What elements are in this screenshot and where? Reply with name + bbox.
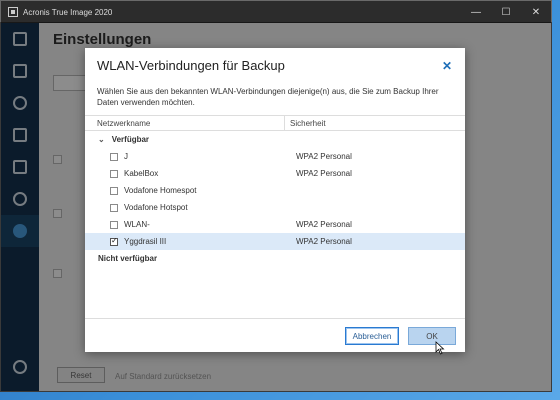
network-name: Vodafone Hotspot	[124, 203, 188, 212]
column-header-security[interactable]: Sicherheit	[285, 119, 326, 128]
network-checkbox[interactable]	[110, 220, 118, 229]
network-security: WPA2 Personal	[296, 237, 352, 246]
group-unavailable: Nicht verfügbar	[85, 250, 465, 267]
network-name: KabelBox	[124, 169, 159, 178]
window-title: Acronis True Image 2020	[23, 7, 113, 17]
network-name: Yggdrasil III	[124, 237, 167, 246]
app-logo-icon	[8, 7, 18, 17]
network-checkbox[interactable]	[110, 152, 118, 161]
table-header: Netzwerkname Sicherheit	[85, 115, 465, 131]
network-checkbox[interactable]	[110, 169, 118, 178]
network-security: WPA2 Personal	[296, 220, 352, 229]
group-label: Nicht verfügbar	[98, 254, 158, 263]
minimize-button[interactable]: —	[461, 1, 491, 23]
network-table: Netzwerkname Sicherheit ⌄ Verfügbar J WP…	[85, 115, 465, 267]
network-name: Vodafone Homespot	[124, 186, 197, 195]
network-name: WLAN-	[124, 220, 150, 229]
close-window-button[interactable]: ✕	[521, 1, 551, 23]
group-available[interactable]: ⌄ Verfügbar	[85, 131, 465, 148]
dialog-footer: Abbrechen OK	[85, 318, 465, 352]
column-header-name[interactable]: Netzwerkname	[85, 116, 285, 130]
network-security: WPA2 Personal	[296, 152, 352, 161]
table-row[interactable]: KabelBox WPA2 Personal	[85, 165, 465, 182]
ok-button[interactable]: OK	[408, 327, 456, 345]
cancel-button[interactable]: Abbrechen	[345, 327, 399, 345]
network-security: WPA2 Personal	[296, 169, 352, 178]
table-row[interactable]: WLAN- WPA2 Personal	[85, 216, 465, 233]
dialog-description: Wählen Sie aus den bekannten WLAN-Verbin…	[97, 87, 439, 107]
title-bar: Acronis True Image 2020 — ☐ ✕	[1, 1, 551, 23]
close-icon[interactable]: ✕	[439, 58, 455, 74]
dialog-title: WLAN-Verbindungen für Backup	[97, 58, 285, 73]
maximize-button[interactable]: ☐	[491, 1, 521, 23]
wlan-dialog: WLAN-Verbindungen für Backup ✕ Wählen Si…	[85, 48, 465, 352]
network-checkbox[interactable]	[110, 186, 118, 195]
table-row[interactable]: Vodafone Hotspot	[85, 199, 465, 216]
chevron-down-icon[interactable]: ⌄	[98, 135, 105, 144]
table-row[interactable]: Vodafone Homespot	[85, 182, 465, 199]
network-name: J	[124, 152, 128, 161]
network-checkbox[interactable]	[110, 203, 118, 212]
network-checkbox-checked[interactable]	[110, 236, 118, 246]
group-label: Verfügbar	[111, 135, 150, 144]
table-row-selected[interactable]: Yggdrasil III WPA2 Personal	[85, 233, 465, 250]
table-row[interactable]: J WPA2 Personal	[85, 148, 465, 165]
